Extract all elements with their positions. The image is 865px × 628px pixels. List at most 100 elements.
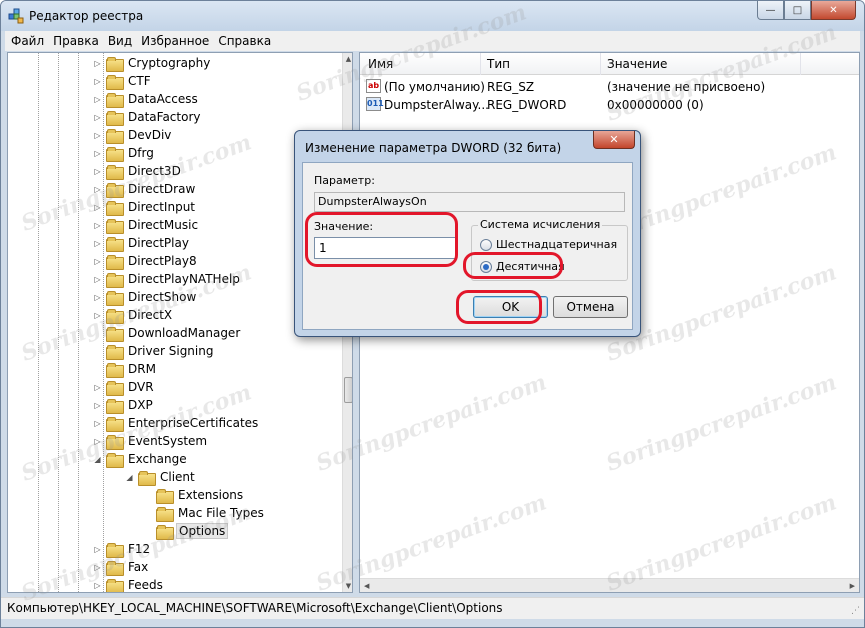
tree-item[interactable]: ▷ DirectPlayNATHelp: [93, 270, 242, 288]
tree-expander-icon[interactable]: ▷: [93, 185, 102, 194]
scroll-up-icon[interactable]: ▲: [343, 53, 352, 65]
tree-item-label: DirectDraw: [128, 182, 196, 196]
tree-expander-icon[interactable]: ▷: [93, 239, 102, 248]
tree-expander-icon[interactable]: ▷: [93, 545, 102, 554]
tree-item[interactable]: ▷ Dfrg: [93, 144, 156, 162]
tree-item[interactable]: ▷ DirectMusic: [93, 216, 200, 234]
tree-expander-icon[interactable]: ▷: [93, 77, 102, 86]
tree-item[interactable]: ▷ Feeds: [93, 576, 165, 592]
list-item[interactable]: 011 DumpsterAlway... REG_DWORD 0x0000000…: [360, 96, 859, 114]
tree-scroll-thumb[interactable]: [344, 377, 352, 403]
tree-expander-icon[interactable]: ▷: [93, 275, 102, 284]
tree-item[interactable]: ▷ DirectX: [93, 306, 174, 324]
tree-item[interactable]: ▷ DataAccess: [93, 90, 200, 108]
tree-expander-icon[interactable]: ▷: [93, 437, 102, 446]
tree-expander-icon[interactable]: ▷: [93, 563, 102, 572]
tree-expander-icon: [143, 509, 152, 518]
tree-expander-icon[interactable]: ▷: [93, 419, 102, 428]
tree-item[interactable]: ▷ CTF: [93, 72, 153, 90]
tree-expander-icon[interactable]: ▷: [93, 221, 102, 230]
radio-hex-icon[interactable]: [480, 238, 492, 251]
column-type[interactable]: Тип: [487, 57, 510, 71]
column-separator[interactable]: [600, 53, 601, 75]
tree-item-label: Mac File Types: [178, 506, 264, 520]
radio-dec-icon[interactable]: [480, 260, 492, 273]
menu-favorites[interactable]: Избранное: [141, 34, 209, 48]
folder-icon: [106, 74, 124, 90]
resize-grip-icon[interactable]: ⋰: [851, 606, 860, 616]
radio-decimal[interactable]: Десятичная: [480, 260, 565, 273]
tree-item[interactable]: ◢ Exchange: [93, 450, 189, 468]
list-horizontal-scrollbar[interactable]: ◀ ▶: [360, 578, 859, 592]
tree-expander-icon[interactable]: ◢: [93, 455, 102, 464]
tree-item-label: F12: [128, 542, 151, 556]
tree-expander-icon[interactable]: ▷: [93, 311, 102, 320]
tree-item[interactable]: Mac File Types: [143, 504, 266, 522]
scroll-left-icon[interactable]: ◀: [364, 579, 369, 592]
value-label: Значение:: [314, 220, 374, 233]
tree-item[interactable]: ▷ F12: [93, 540, 152, 558]
menu-file[interactable]: Файл: [11, 34, 44, 48]
tree-expander-icon[interactable]: ▷: [93, 383, 102, 392]
tree-item[interactable]: ▷ Direct3D: [93, 162, 183, 180]
scroll-down-icon[interactable]: ▼: [343, 580, 352, 592]
value-input[interactable]: 1: [314, 237, 457, 259]
tree-expander-icon[interactable]: ▷: [93, 95, 102, 104]
tree-expander-icon[interactable]: ▷: [93, 113, 102, 122]
tree-expander-icon[interactable]: ◢: [125, 473, 134, 482]
tree-item[interactable]: ▷ DirectPlay8: [93, 252, 199, 270]
tree-expander-icon[interactable]: ▷: [93, 401, 102, 410]
tree-expander-icon[interactable]: ▷: [93, 131, 102, 140]
tree-item[interactable]: ▷ DirectInput: [93, 198, 197, 216]
maximize-button[interactable]: □: [784, 1, 811, 20]
tree-item[interactable]: ◢ Client: [125, 468, 197, 486]
status-path: Компьютер\HKEY_LOCAL_MACHINE\SOFTWARE\Mi…: [7, 601, 503, 615]
tree-item[interactable]: DRM: [93, 360, 158, 378]
list-item[interactable]: ab (По умолчанию) REG_SZ (значение не пр…: [360, 78, 859, 96]
tree-expander-icon[interactable]: ▷: [93, 167, 102, 176]
tree-item[interactable]: Options: [143, 522, 229, 540]
tree-item[interactable]: ▷ DirectPlay: [93, 234, 191, 252]
ok-button[interactable]: OK: [473, 296, 548, 318]
menu-view[interactable]: Вид: [108, 34, 132, 48]
scroll-right-icon[interactable]: ▶: [850, 579, 855, 592]
tree-item-label: Driver Signing: [128, 344, 214, 358]
folder-icon: [106, 146, 124, 162]
tree-expander-icon[interactable]: ▷: [93, 59, 102, 68]
tree-item[interactable]: ▷ Cryptography: [93, 54, 212, 72]
tree-item[interactable]: Driver Signing: [93, 342, 215, 360]
tree-item[interactable]: Extensions: [143, 486, 245, 504]
tree-item[interactable]: ▷ DirectShow: [93, 288, 198, 306]
cancel-button[interactable]: Отмена: [553, 296, 628, 318]
folder-icon: [106, 362, 124, 378]
dialog-close-button[interactable]: ✕: [593, 131, 635, 149]
close-button[interactable]: ✕: [811, 1, 856, 20]
tree-expander-icon[interactable]: ▷: [93, 203, 102, 212]
radio-hexadecimal[interactable]: Шестнадцатеричная: [480, 238, 617, 251]
folder-icon: [106, 308, 124, 324]
tree-expander-icon[interactable]: ▷: [93, 293, 102, 302]
tree-expander-icon[interactable]: ▷: [93, 257, 102, 266]
tree-item[interactable]: ▷ DVR: [93, 378, 156, 396]
tree-item[interactable]: ▷ DXP: [93, 396, 155, 414]
tree-item[interactable]: ▷ DataFactory: [93, 108, 203, 126]
tree-expander-icon: [93, 347, 102, 356]
tree-item[interactable]: ▷ EnterpriseCertificates: [93, 414, 260, 432]
tree-expander-icon[interactable]: ▷: [93, 149, 102, 158]
minimize-button[interactable]: —: [757, 1, 784, 20]
menu-help[interactable]: Справка: [218, 34, 271, 48]
tree-item[interactable]: ▷ EventSystem: [93, 432, 209, 450]
column-name[interactable]: Имя: [368, 57, 393, 71]
tree-item[interactable]: ▷ Fax: [93, 558, 150, 576]
tree-item[interactable]: ▷ DirectDraw: [93, 180, 197, 198]
tree-expander-icon[interactable]: ▷: [93, 581, 102, 590]
menu-edit[interactable]: Правка: [53, 34, 99, 48]
folder-icon: [156, 488, 174, 504]
param-name-field: DumpsterAlwaysOn: [314, 192, 625, 212]
column-value[interactable]: Значение: [607, 57, 667, 71]
column-separator[interactable]: [480, 53, 481, 75]
tree-item[interactable]: DownloadManager: [93, 324, 242, 342]
tree-item[interactable]: ▷ DevDiv: [93, 126, 173, 144]
title-bar[interactable]: Редактор реестра — □ ✕: [1, 1, 864, 31]
column-separator[interactable]: [800, 53, 801, 75]
